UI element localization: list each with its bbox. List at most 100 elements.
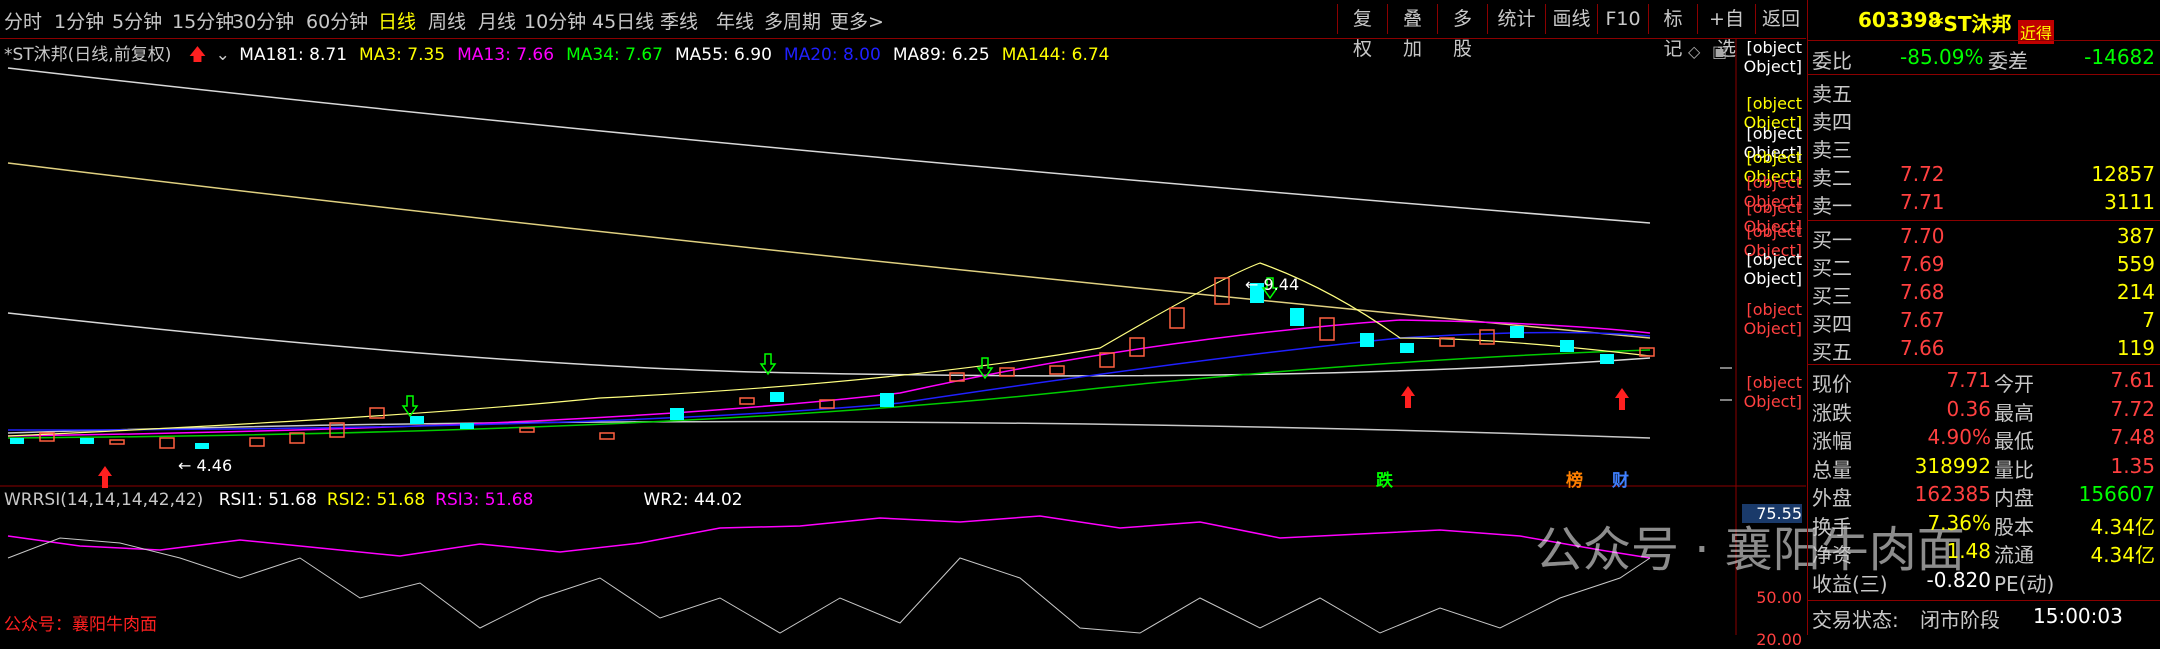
candle (460, 423, 474, 429)
price-axis-label: [object Object] (1743, 38, 1802, 76)
level-label: 卖三 (1812, 138, 1852, 162)
toolbar-button[interactable]: 复权 (1337, 4, 1387, 60)
candle (1360, 333, 1374, 347)
level-volume: 119 (2116, 336, 2155, 360)
candle (1510, 326, 1524, 338)
period-tab[interactable]: 多周期 (764, 7, 821, 34)
sell-level-row: 卖二 7.72 12857 (1808, 162, 2160, 190)
stat-value: 1.35 (2110, 453, 2155, 478)
stat-value: 7.71 (1946, 368, 1991, 392)
buy-level-row: 买四 7.67 7 (1808, 308, 2160, 336)
candle (599, 432, 615, 440)
candle (1129, 337, 1145, 357)
stat-label: 量比 (1994, 457, 2034, 482)
event-mark[interactable]: 财 (1612, 466, 1629, 491)
period-tab[interactable]: 10分钟 (524, 7, 586, 34)
stat-label: 外盘 (1812, 486, 1852, 510)
period-tab[interactable]: 分时 (4, 7, 42, 34)
window-icon[interactable]: ▣ (1712, 42, 1727, 61)
weicha-label: 委差 (1988, 49, 2028, 73)
weicha-value: -14682 (2084, 45, 2155, 69)
toolbar-button[interactable]: 多股 (1437, 4, 1487, 60)
high-label: ← 9.44 (1245, 275, 1299, 294)
period-tab[interactable]: 30分钟 (232, 7, 294, 34)
level-volume: 12857 (2091, 162, 2155, 186)
buy-arrow-icon (98, 466, 112, 488)
period-tab[interactable]: 更多> (830, 7, 884, 34)
period-tab[interactable]: 日线 (378, 7, 416, 34)
footer-note: 公众号：襄阳牛肉面 (4, 615, 157, 635)
toolbar-button[interactable]: 标记 (1648, 4, 1697, 60)
stat-label: 总量 (1812, 457, 1852, 482)
event-mark[interactable]: 跌 (1376, 466, 1393, 491)
stat-value: 0.36 (1946, 396, 1991, 421)
sell-level-row: 卖五 (1808, 78, 2160, 106)
stat-label: PE(动) (1994, 571, 2055, 596)
candle (1600, 354, 1614, 364)
candle (1319, 317, 1335, 341)
toolbar-button[interactable]: 返回 (1755, 4, 1806, 34)
level-price: 7.68 (1900, 280, 1945, 304)
candle (880, 393, 894, 407)
level-label: 卖四 (1812, 110, 1852, 134)
candle (1049, 365, 1065, 375)
toolbar-button[interactable]: 统计 (1487, 4, 1545, 34)
level-volume: 559 (2116, 252, 2155, 276)
stat-value: 7.72 (2110, 396, 2155, 421)
event-mark[interactable]: 榜 (1566, 466, 1583, 491)
ma-value: MA13: 7.66 (457, 45, 555, 65)
price-axis-label: [object Object] (1743, 300, 1802, 338)
stat-label: 涨幅 (1812, 429, 1852, 453)
stat-row: 换手 7.36% 股本 4.34亿 (1808, 511, 2160, 539)
period-tab[interactable]: 年线 (716, 7, 754, 34)
indicator-name: WRRSI(14,14,14,42,42) (4, 490, 204, 510)
ma-value: MA89: 6.25 (892, 45, 990, 65)
weibi-row: 委比 -85.09% 委差 -14682 (1808, 45, 2160, 73)
toolbar-button[interactable]: +自选 (1697, 4, 1755, 60)
sell-level-row: 卖三 (1808, 134, 2160, 162)
candle (739, 397, 755, 405)
ma-value: MA55: 6.90 (674, 45, 772, 65)
candle (519, 427, 535, 433)
stat-row: 收益(三) -0.820 PE(动) (1808, 568, 2160, 596)
circle-down-icon[interactable]: ⌄ (216, 45, 230, 65)
stat-value: 318992 (1914, 453, 1991, 478)
period-tab[interactable]: 15分钟 (172, 7, 234, 34)
toolbar-button[interactable]: F10 (1597, 4, 1648, 34)
level-price: 7.66 (1900, 336, 1945, 360)
period-tab[interactable]: 季线 (660, 7, 698, 34)
chart-title: *ST沐邦(日线,前复权) (4, 45, 172, 65)
period-tab[interactable]: 月线 (478, 7, 516, 34)
period-tab[interactable]: 1分钟 (54, 7, 104, 34)
status-label: 交易状态: (1812, 608, 1899, 632)
level-price: 7.69 (1900, 252, 1945, 276)
ma-line (7, 162, 1651, 339)
stock-header: 603398 *ST沐邦 近得 (1808, 8, 2160, 44)
buy-level-row: 买一 7.70 387 (1808, 224, 2160, 252)
candle (1290, 308, 1304, 326)
toolbar-button[interactable]: 画线 (1545, 4, 1597, 34)
candle (109, 439, 125, 445)
candle (670, 408, 684, 420)
up-arrow-icon: 🡅 (188, 45, 207, 65)
stat-row: 净资 1.48 流通 4.34亿 (1808, 539, 2160, 567)
status-time: 15:00:03 (2033, 604, 2123, 628)
diamond-icon[interactable]: ◇ (1688, 42, 1700, 61)
stat-value: 1.48 (1946, 539, 1991, 563)
toolbar-button[interactable]: 叠加 (1387, 4, 1437, 60)
level-label: 卖二 (1812, 166, 1852, 190)
period-tab[interactable]: 5分钟 (112, 7, 162, 34)
stat-row: 外盘 162385 内盘 156607 (1808, 482, 2160, 510)
ma-line (7, 67, 1651, 224)
stat-label: 内盘 (1994, 486, 2034, 510)
indicator-axis-label: 20.00 (1756, 630, 1802, 649)
candle (80, 438, 94, 444)
period-tab[interactable]: 60分钟 (306, 7, 368, 34)
stat-row: 涨跌 0.36 最高 7.72 (1808, 397, 2160, 425)
stat-label: 现价 (1812, 372, 1852, 396)
stat-value: 4.90% (1927, 425, 1991, 449)
period-tab[interactable]: 周线 (428, 7, 466, 34)
period-tab[interactable]: 45日线 (592, 7, 654, 34)
stat-label: 最高 (1994, 400, 2034, 425)
weibi-value: -85.09% (1900, 45, 1984, 69)
